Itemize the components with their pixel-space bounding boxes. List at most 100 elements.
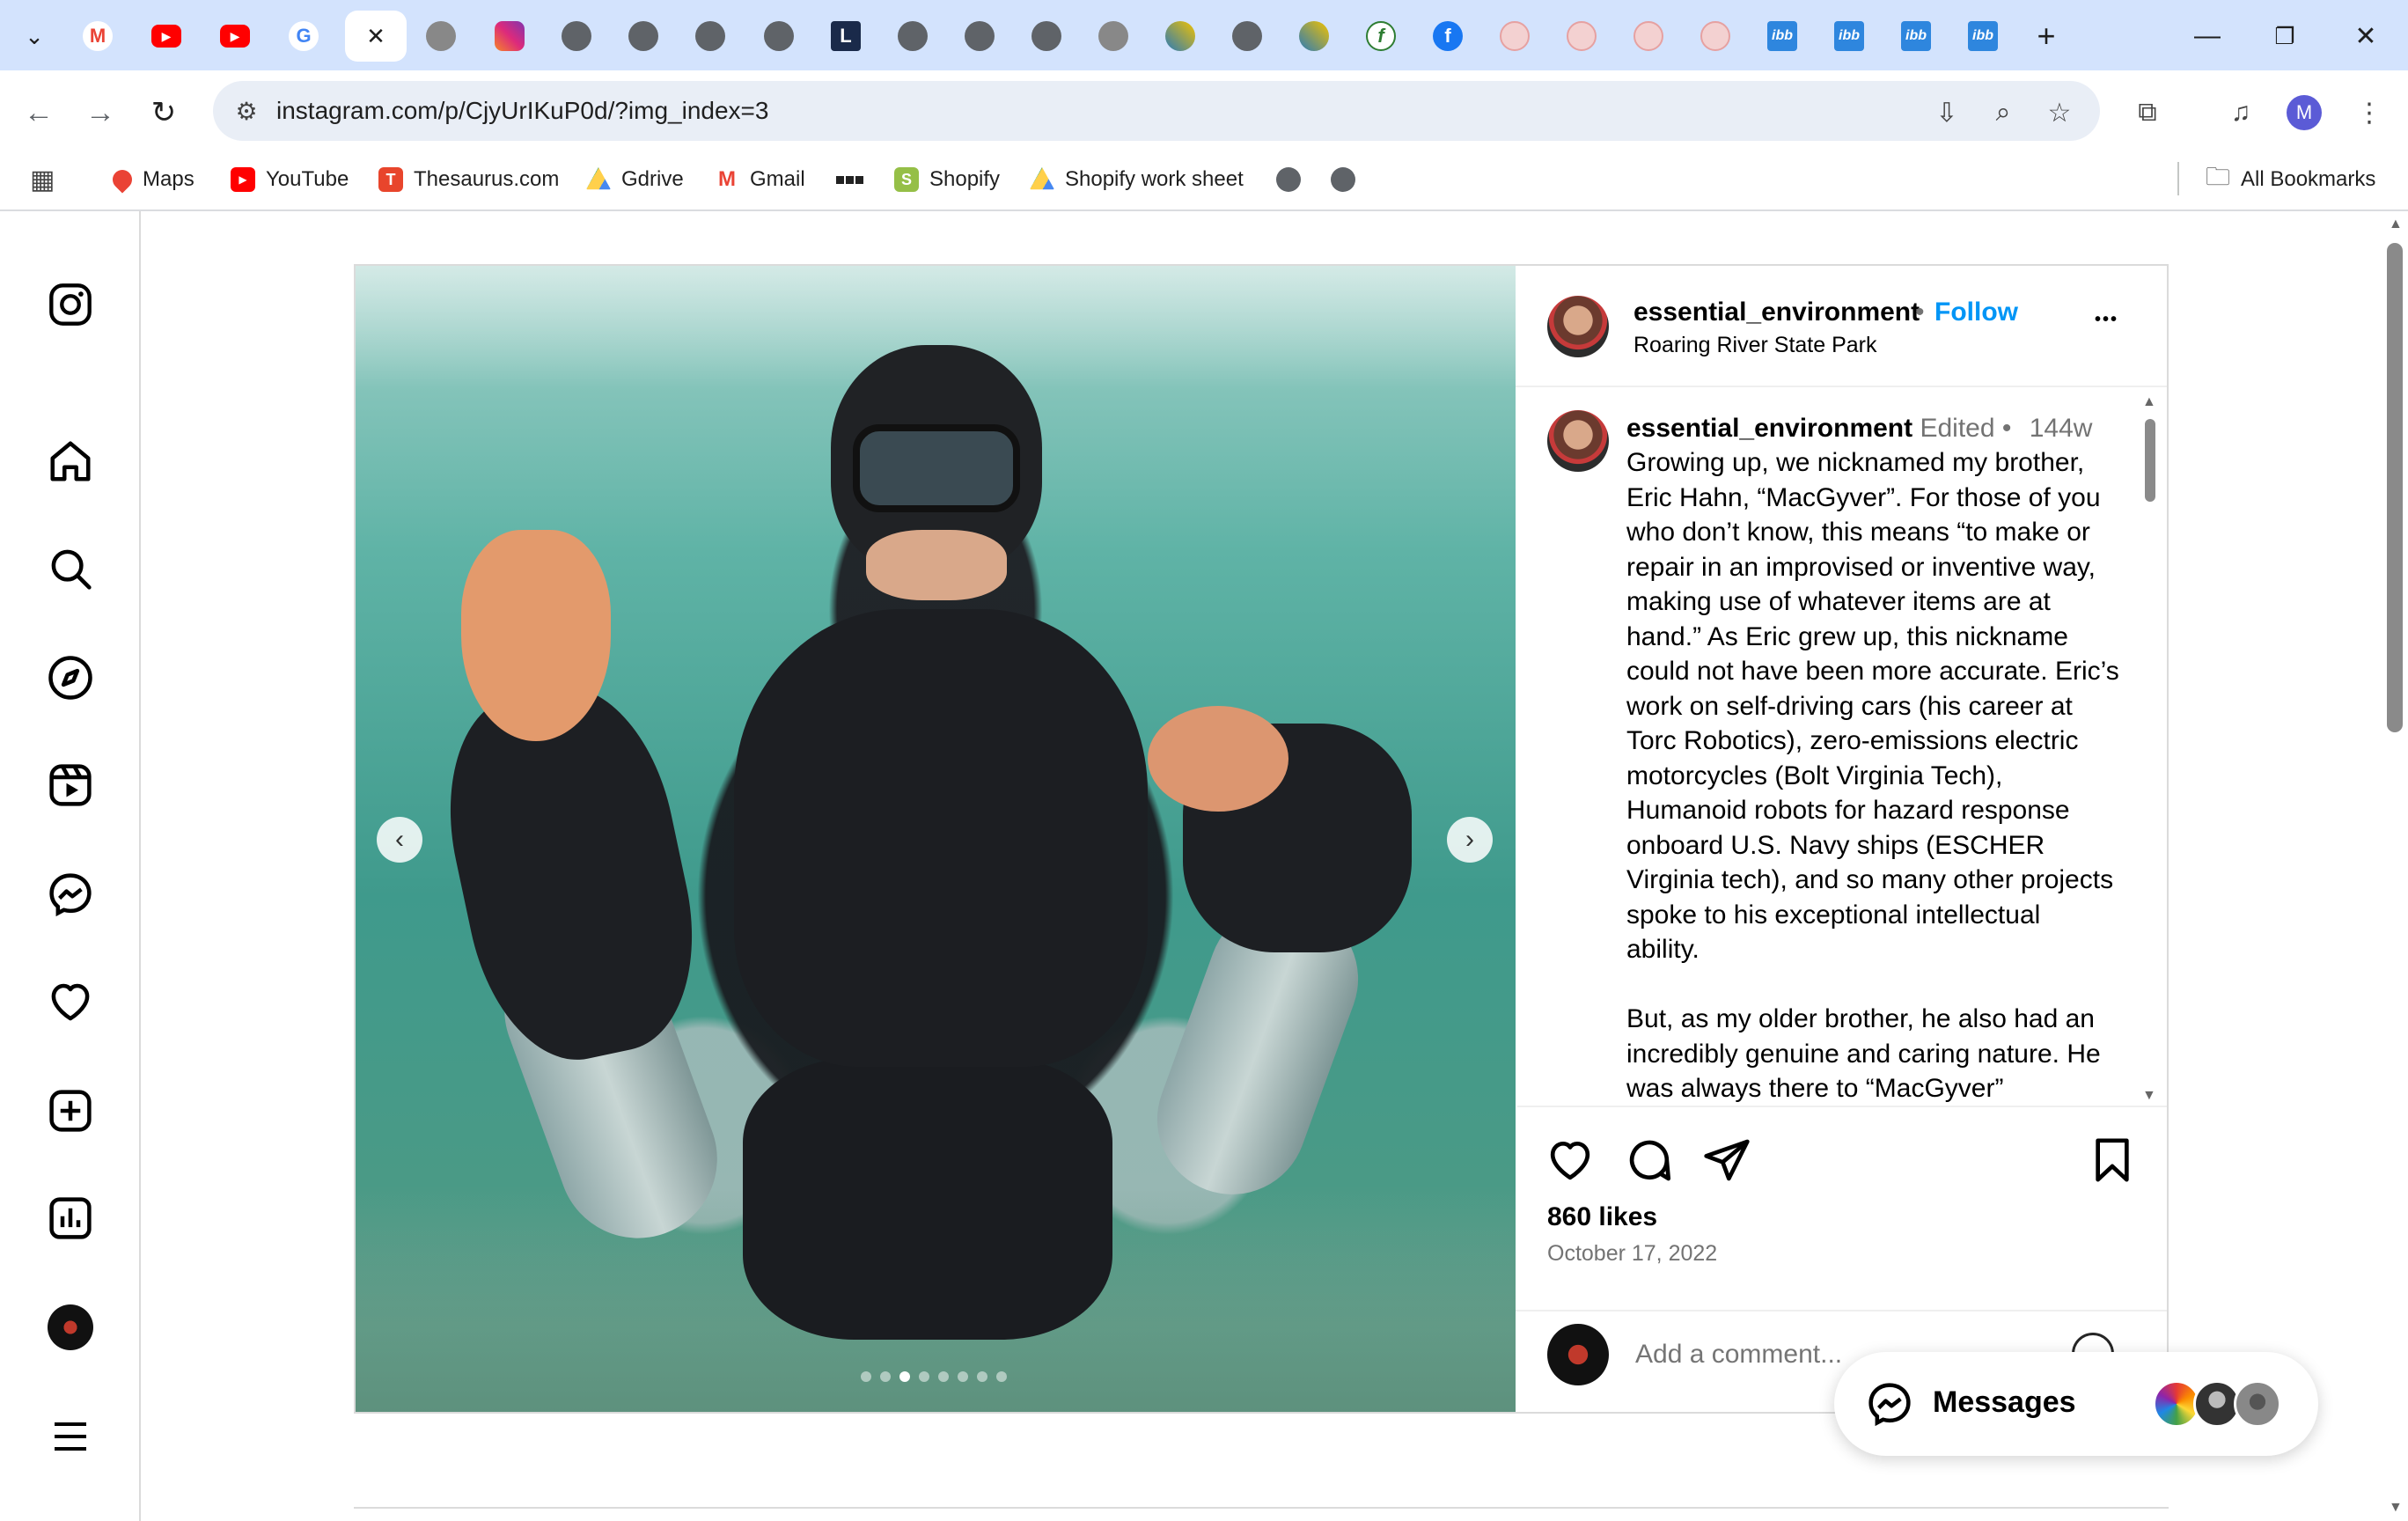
post-location[interactable]: Roaring River State Park	[1633, 333, 1877, 358]
tab-ibb-4[interactable]: ibb	[1952, 11, 2014, 62]
bookmark-bbc[interactable]	[836, 162, 863, 197]
f-script-icon: f	[1366, 21, 1396, 51]
tab-site-6[interactable]	[1484, 11, 1545, 62]
reload-button[interactable]: ↻	[139, 88, 188, 137]
gdrive-icon	[1030, 167, 1054, 190]
gdrive-icon	[586, 167, 611, 190]
share-button[interactable]	[1702, 1135, 1751, 1185]
new-tab-button[interactable]: +	[2015, 11, 2077, 62]
tab-site-1[interactable]	[410, 11, 472, 62]
back-button[interactable]: ←	[14, 88, 63, 137]
bookmark-shopify[interactable]: S Shopify	[894, 162, 1000, 197]
tab-instagram[interactable]	[479, 11, 540, 62]
tab-site-8[interactable]	[1618, 11, 1679, 62]
messages-drawer-button[interactable]: Messages	[1834, 1352, 2318, 1456]
carousel-next-button[interactable]: ›	[1447, 817, 1493, 863]
nav-dashboard[interactable]	[42, 1190, 99, 1246]
tab-youtube-1[interactable]: ▶	[136, 11, 197, 62]
tab-google[interactable]: G	[273, 11, 334, 62]
author-avatar[interactable]	[1547, 296, 1609, 357]
author-username[interactable]: essential_environment	[1633, 298, 1920, 327]
tab-gmail[interactable]: M	[67, 11, 128, 62]
reload-icon: ↻	[150, 96, 177, 129]
nav-notifications[interactable]	[42, 974, 99, 1030]
restore-button[interactable]: ❐	[2258, 14, 2311, 58]
bookmark-gmail[interactable]: M Gmail	[715, 162, 805, 197]
forward-button[interactable]: →	[76, 88, 125, 137]
nav-explore[interactable]	[42, 650, 99, 706]
tab-site-4[interactable]	[1283, 11, 1345, 62]
likes-count[interactable]: 860 likes	[1547, 1202, 1657, 1232]
caption-username[interactable]: essential_environment	[1626, 414, 1912, 443]
post-photo[interactable]	[356, 266, 1516, 1412]
zoom-icon[interactable]: ⌕	[1984, 93, 2023, 132]
tab-site-9[interactable]	[1685, 11, 1746, 62]
tab-globe-5[interactable]	[882, 11, 943, 62]
media-controls-icon[interactable]: ♫	[2221, 93, 2260, 132]
nav-reels[interactable]	[42, 757, 99, 813]
messenger-icon	[1868, 1383, 1911, 1427]
tab-globe-3[interactable]	[679, 11, 741, 62]
bookmark-youtube[interactable]: ▶ YouTube	[231, 162, 349, 197]
tab-site-2[interactable]	[1083, 11, 1144, 62]
close-icon[interactable]: ✕	[366, 23, 385, 50]
post-age[interactable]: 144w	[2030, 414, 2093, 443]
tab-globe-1[interactable]	[546, 11, 607, 62]
search-icon	[51, 549, 92, 590]
menu-kebab-icon[interactable]: ⋮	[2350, 93, 2389, 132]
tab-instagram-active[interactable]: ✕	[345, 11, 407, 62]
close-window-button[interactable]: ✕	[2339, 14, 2392, 58]
save-button[interactable]	[2088, 1135, 2137, 1185]
caption-scroll-thumb[interactable]	[2145, 419, 2155, 502]
ibb-icon: ibb	[1968, 21, 1998, 51]
bookmark-shopify-work-sheet[interactable]: Shopify work sheet	[1030, 162, 1244, 197]
tab-ibb-3[interactable]: ibb	[1885, 11, 1947, 62]
conversation-avatar	[2234, 1380, 2281, 1428]
bookmark-star-icon[interactable]: ☆	[2040, 93, 2079, 132]
tab-site-7[interactable]	[1551, 11, 1612, 62]
nav-home[interactable]	[42, 433, 99, 489]
tab-globe-6[interactable]	[949, 11, 1010, 62]
more-options-button[interactable]: •••	[2095, 310, 2118, 330]
nav-more[interactable]	[42, 1408, 99, 1465]
extensions-icon[interactable]: ⧉	[2128, 93, 2167, 132]
bookmark-globe-2[interactable]	[1331, 162, 1366, 197]
apps-grid-button[interactable]: ▦	[30, 162, 55, 197]
carousel-dot	[880, 1371, 891, 1382]
follow-button[interactable]: Follow	[1934, 298, 2018, 327]
gmail-icon: M	[83, 21, 113, 51]
profile-avatar[interactable]: M	[2285, 93, 2324, 132]
comment-button[interactable]	[1625, 1135, 1674, 1185]
site-info-icon[interactable]: ⚙	[229, 93, 264, 129]
install-app-icon[interactable]: ⇩	[1927, 93, 1966, 132]
tab-search-button[interactable]: ⌄	[4, 11, 65, 62]
tab-site-3[interactable]	[1149, 11, 1211, 62]
bookmark-gdrive[interactable]: Gdrive	[586, 162, 684, 197]
tab-ibb-2[interactable]: ibb	[1818, 11, 1880, 62]
caption-avatar[interactable]	[1547, 410, 1609, 472]
minimize-button[interactable]: —	[2181, 14, 2234, 58]
instagram-logo-button[interactable]	[42, 276, 99, 333]
tab-site-5[interactable]: f	[1350, 11, 1412, 62]
page-scroll-thumb[interactable]	[2387, 243, 2403, 732]
bookmark-thesaurus[interactable]: T Thesaurus.com	[378, 162, 559, 197]
nav-messages[interactable]	[42, 866, 99, 922]
address-bar[interactable]: ⚙ instagram.com/p/CjyUrIKuP0d/?img_index…	[213, 81, 2100, 141]
tab-l-site[interactable]: L	[815, 11, 877, 62]
nav-search[interactable]	[42, 540, 99, 597]
tab-ibb-1[interactable]: ibb	[1751, 11, 1813, 62]
tab-globe-4[interactable]	[748, 11, 810, 62]
tab-globe-8[interactable]	[1216, 11, 1278, 62]
like-button[interactable]	[1545, 1135, 1595, 1185]
nav-profile[interactable]	[42, 1299, 99, 1356]
tab-youtube-2[interactable]: ▶	[204, 11, 266, 62]
tab-globe-2[interactable]	[613, 11, 674, 62]
bookmark-maps[interactable]: Maps	[108, 162, 195, 197]
globe-icon	[562, 21, 591, 51]
tab-facebook[interactable]: f	[1417, 11, 1479, 62]
carousel-prev-button[interactable]: ‹	[377, 817, 422, 863]
bookmark-globe-1[interactable]	[1276, 162, 1311, 197]
all-bookmarks-button[interactable]: 🗀 All Bookmarks	[2206, 162, 2375, 197]
tab-globe-7[interactable]	[1016, 11, 1077, 62]
nav-create[interactable]	[42, 1083, 99, 1139]
